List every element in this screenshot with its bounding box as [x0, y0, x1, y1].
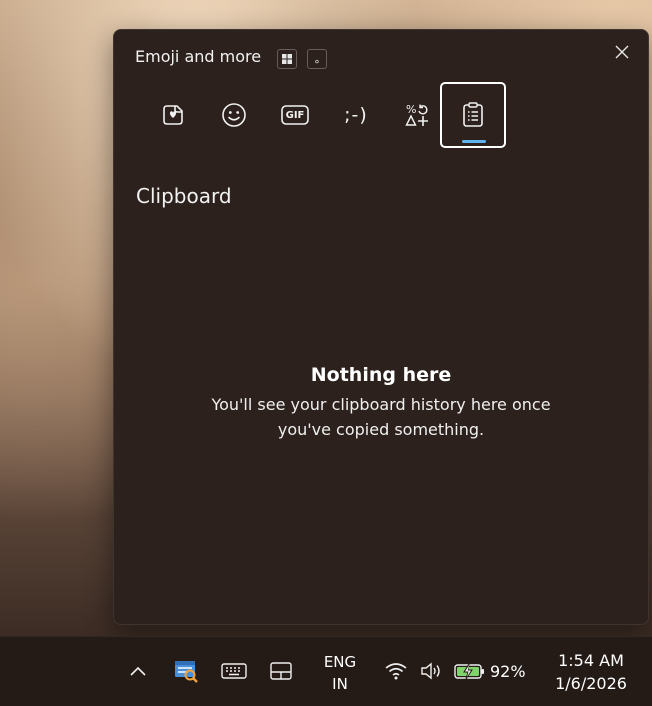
chevron-up-icon — [130, 666, 146, 676]
battery-button[interactable]: 92% — [454, 659, 530, 683]
period-key-label: ∘ — [313, 54, 321, 68]
touch-keyboard-button[interactable] — [220, 659, 248, 683]
language-region: IN — [332, 675, 348, 693]
gif-label: GIF — [285, 109, 305, 121]
selected-tab-indicator — [462, 140, 486, 143]
empty-state: Nothing here You'll see your clipboard h… — [114, 364, 648, 442]
empty-state-description: You'll see your clipboard history here o… — [211, 395, 551, 439]
tab-favorites[interactable] — [140, 82, 206, 148]
pen-tablet-icon — [270, 662, 292, 680]
symbols-icon: % — [405, 103, 428, 126]
emoji-panel: Emoji and more ∘ GIF ;-) % Clipboard Not… — [113, 29, 649, 625]
empty-state-title: Nothing here — [310, 364, 452, 386]
clock-time: 1:54 AM — [558, 651, 624, 670]
language-code: ENG — [323, 653, 357, 671]
windows-key-icon — [277, 49, 297, 69]
wifi-icon — [385, 663, 407, 680]
close-icon — [615, 45, 629, 59]
kaomoji-icon: ;-) — [344, 104, 368, 126]
volume-icon — [421, 662, 440, 680]
clock-date: 1/6/2026 — [555, 674, 627, 693]
tab-gif[interactable]: GIF — [262, 82, 328, 148]
svg-text:%: % — [406, 103, 416, 116]
smiley-icon — [222, 103, 246, 127]
period-key-icon: ∘ — [307, 49, 327, 69]
taskbar: ENG IN 92% 1:54 AM 1/6/2026 — [0, 636, 652, 706]
close-button[interactable] — [610, 40, 634, 64]
search-app-button[interactable] — [172, 657, 200, 685]
section-title: Clipboard — [136, 184, 232, 208]
clipboard-icon — [463, 102, 483, 127]
show-hidden-icons-button[interactable] — [126, 659, 150, 683]
battery-percent: 92% — [490, 661, 526, 681]
pen-tablet-button[interactable] — [268, 659, 294, 683]
tab-emoji[interactable] — [201, 82, 267, 148]
tab-clipboard[interactable] — [440, 82, 506, 148]
touch-keyboard-icon — [221, 663, 247, 679]
battery-icon — [454, 663, 484, 680]
network-button[interactable] — [383, 659, 409, 683]
tab-kaomoji[interactable]: ;-) — [323, 82, 389, 148]
volume-button[interactable] — [418, 659, 444, 683]
panel-title: Emoji and more — [135, 47, 262, 66]
search-app-icon — [175, 661, 198, 683]
clock[interactable]: 1:54 AM 1/6/2026 — [546, 649, 636, 695]
heart-sticker-icon — [163, 105, 183, 125]
language-indicator[interactable]: ENG IN — [316, 651, 364, 695]
